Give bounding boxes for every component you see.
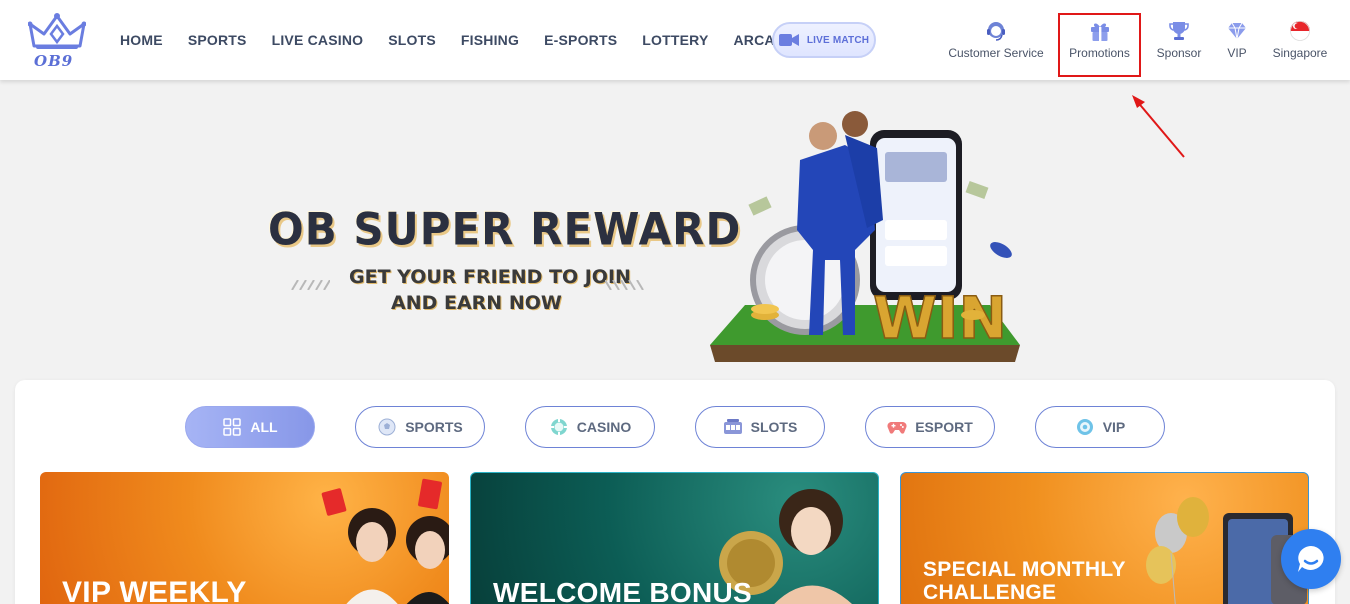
- gamepad-icon: [887, 417, 907, 437]
- tab-esport-label: ESPORT: [915, 419, 973, 435]
- decorative-stripes-icon: [605, 280, 644, 290]
- sponsor-link[interactable]: Sponsor: [1152, 0, 1206, 80]
- promo-card-title-line2: CHALLENGE: [923, 581, 1057, 604]
- nav-home[interactable]: HOME: [120, 32, 163, 48]
- banner-subtitle-line1: GET YOUR FRIEND TO JOIN: [349, 266, 631, 288]
- promo-card-special-monthly-challenge[interactable]: SPECIAL MONTHLY CHALLENGE: [900, 472, 1309, 604]
- promo-card-title: WELCOME BONUS: [493, 577, 753, 604]
- chat-bubble-icon: [1298, 546, 1324, 572]
- vip-label: VIP: [1227, 46, 1247, 60]
- video-camera-icon: [778, 34, 799, 46]
- tab-vip-label: VIP: [1102, 419, 1126, 435]
- logo-text: OB9: [34, 52, 74, 70]
- ob9-logo[interactable]: OB9: [28, 12, 86, 70]
- tab-all[interactable]: ALL: [185, 406, 315, 448]
- vip-link[interactable]: VIP: [1222, 0, 1252, 80]
- banner-subtitle-line2: AND EARN NOW: [391, 292, 562, 314]
- vip-coin-icon: [1075, 417, 1095, 437]
- customer-service-label: Customer Service: [948, 46, 1044, 60]
- football-players-hero-image: WIN: [710, 111, 1020, 362]
- promo-card-title: VIP WEEKLY: [62, 576, 247, 604]
- promo-card-welcome-bonus[interactable]: WELCOME BONUS: [470, 472, 879, 604]
- soccer-ball-icon: [377, 417, 397, 437]
- diamond-icon: [1226, 20, 1248, 42]
- trophy-icon: [1168, 20, 1190, 42]
- crown-icon: [28, 13, 86, 49]
- nav-fishing[interactable]: FISHING: [461, 32, 519, 48]
- tab-casino[interactable]: CASINO: [525, 406, 655, 448]
- live-match-button[interactable]: LIVE MATCH: [772, 22, 876, 58]
- tab-casino-label: CASINO: [576, 419, 632, 435]
- main-nav: HOME SPORTS LIVE CASINO SLOTS FISHING E-…: [120, 0, 829, 80]
- region-label: Singapore: [1272, 46, 1328, 60]
- tab-sports[interactable]: SPORTS: [355, 406, 485, 448]
- live-match-label: LIVE MATCH: [806, 34, 870, 46]
- sponsor-label: Sponsor: [1156, 46, 1202, 60]
- headset-icon: [985, 20, 1007, 42]
- nav-lottery[interactable]: LOTTERY: [642, 32, 708, 48]
- decorative-stripes-icon: [291, 280, 330, 290]
- promotions-highlight-box: [1058, 13, 1141, 77]
- nav-esports[interactable]: E-SPORTS: [544, 32, 617, 48]
- tab-all-label: ALL: [250, 419, 278, 435]
- tab-vip[interactable]: VIP: [1035, 406, 1165, 448]
- grid-icon: [222, 417, 242, 437]
- card-prizes-image: [1146, 497, 1307, 604]
- tab-slots-label: SLOTS: [750, 419, 798, 435]
- tab-slots[interactable]: SLOTS: [695, 406, 825, 448]
- singapore-flag-icon: [1289, 20, 1311, 42]
- promo-card-vip-weekly[interactable]: VIP WEEKLY: [40, 472, 449, 604]
- nav-sports[interactable]: SPORTS: [188, 32, 247, 48]
- nav-live-casino[interactable]: LIVE CASINO: [272, 32, 364, 48]
- promo-card-title-line1: SPECIAL MONTHLY: [923, 558, 1126, 581]
- site-header: OB9 HOME SPORTS LIVE CASINO SLOTS FISHIN…: [0, 0, 1350, 80]
- card-models-image: [321, 478, 449, 604]
- live-chat-button[interactable]: [1281, 529, 1341, 589]
- customer-service-link[interactable]: Customer Service: [948, 0, 1044, 80]
- banner-title: OB SUPER REWARD: [268, 203, 742, 256]
- tab-esport[interactable]: ESPORT: [865, 406, 995, 448]
- casino-chip-icon: [549, 417, 569, 437]
- region-selector[interactable]: Singapore: [1268, 0, 1332, 80]
- annotation-arrow-icon: [1132, 95, 1185, 158]
- win-art-text: WIN: [873, 284, 1007, 352]
- nav-slots[interactable]: SLOTS: [388, 32, 436, 48]
- slot-machine-icon: [723, 417, 743, 437]
- tab-sports-label: SPORTS: [405, 419, 463, 435]
